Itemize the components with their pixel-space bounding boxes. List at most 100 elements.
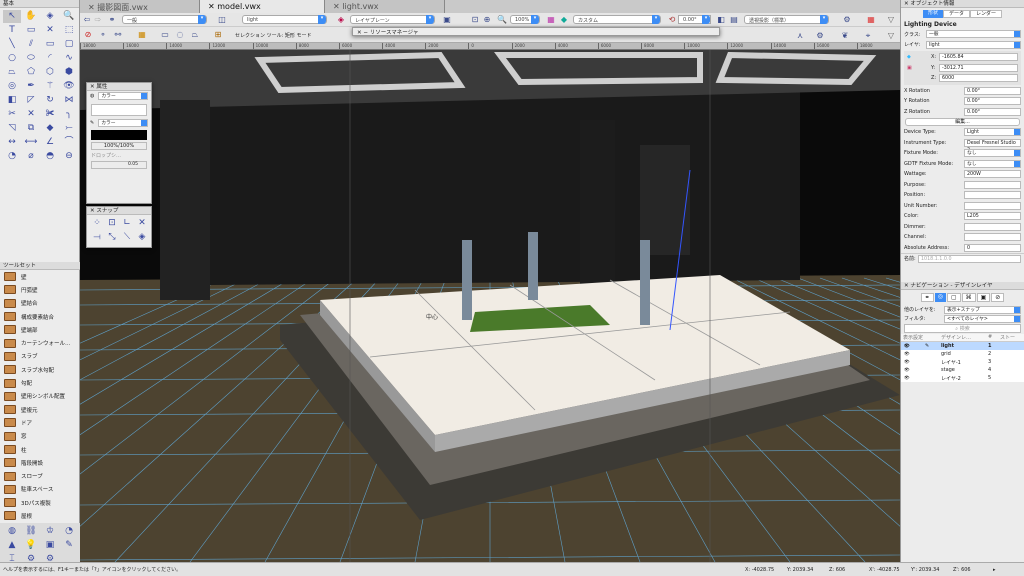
- more-icon[interactable]: ▽: [886, 31, 896, 41]
- pen-swatch[interactable]: [91, 130, 147, 140]
- snap-tangent-icon[interactable]: ⤡: [105, 231, 119, 244]
- toolset-item[interactable]: 屋根: [0, 509, 80, 522]
- mirror-tool-icon[interactable]: ⋈: [60, 94, 78, 107]
- eye-icon[interactable]: 👁: [901, 344, 925, 349]
- property-value[interactable]: なし: [964, 149, 1021, 158]
- flyover-icon[interactable]: ⋏: [795, 31, 805, 41]
- edit-button[interactable]: 編集...: [905, 118, 1020, 126]
- property-value[interactable]: Light: [964, 128, 1021, 137]
- pen-style-select[interactable]: カラー: [98, 118, 148, 127]
- tab-render[interactable]: レンダー: [970, 10, 1003, 18]
- magic-wand-tool-icon[interactable]: ⚚: [41, 80, 59, 93]
- field-value[interactable]: 0.00°: [964, 107, 1021, 116]
- zoom-objects-icon[interactable]: ⊕: [482, 15, 492, 25]
- layer-select[interactable]: light: [242, 15, 327, 24]
- line-tool-icon[interactable]: ╲: [3, 38, 21, 51]
- mode-icon[interactable]: ⚯: [113, 30, 123, 40]
- tab-drawing[interactable]: ✕ 撮影図面.vwx: [80, 0, 200, 13]
- visibility-tool-icon[interactable]: 👁: [60, 80, 78, 93]
- sheets-tab-icon[interactable]: ▢: [946, 293, 961, 302]
- toolset-icon[interactable]: 💡: [22, 539, 40, 552]
- reshape-tool-icon[interactable]: ◸: [22, 94, 40, 107]
- eye-icon[interactable]: 👁: [901, 352, 925, 357]
- mode-icon[interactable]: ⚬: [98, 30, 108, 40]
- toolset-item[interactable]: 壁用シンボル配置: [0, 390, 80, 403]
- other-layers-select[interactable]: 表示+スナップ: [944, 305, 1021, 314]
- arc-tool-icon[interactable]: ◜: [41, 52, 59, 65]
- arrow-tool-icon[interactable]: ↖: [3, 10, 21, 23]
- property-value[interactable]: [964, 191, 1021, 200]
- toolset-item[interactable]: スラブ: [0, 350, 80, 363]
- fit-view-icon[interactable]: ⊡: [470, 15, 480, 25]
- callout-tool-icon[interactable]: ▭: [22, 24, 40, 37]
- toolset-item[interactable]: 柱: [0, 443, 80, 456]
- toolset-item[interactable]: 壁: [0, 270, 80, 283]
- eyedropper-tool-icon[interactable]: ✒: [22, 80, 40, 93]
- snap-edge-icon[interactable]: ⟍: [120, 231, 134, 244]
- snap-distance-icon[interactable]: ⟞: [90, 231, 104, 244]
- toolset-icon[interactable]: ✎: [60, 539, 78, 552]
- polygon-tool-icon[interactable]: ⬠: [22, 66, 40, 79]
- property-value[interactable]: 0: [964, 243, 1021, 252]
- line-weight-select[interactable]: 0.05: [91, 161, 147, 169]
- oval-tool-icon[interactable]: ⬭: [22, 52, 40, 65]
- cut-tool-icon[interactable]: ✀: [41, 108, 59, 121]
- fill-style-select[interactable]: カラー: [98, 92, 148, 101]
- layer-row[interactable]: 👁 レイヤ-2 5: [901, 374, 1024, 382]
- preferences-icon[interactable]: ⊞: [213, 30, 223, 40]
- stake-tool-icon[interactable]: ⬚: [60, 24, 78, 37]
- opacity-button[interactable]: 100%/100%: [91, 142, 147, 150]
- toolset-item[interactable]: スロープ: [0, 469, 80, 482]
- toolset-item[interactable]: カーテンウォール…: [0, 336, 80, 349]
- circle-tool-icon[interactable]: ○: [3, 52, 21, 65]
- connect-tool-icon[interactable]: ⤚: [60, 122, 78, 135]
- name-field[interactable]: 1018.1.1.0.0: [918, 254, 1021, 263]
- screen-plane-icon[interactable]: ▣: [442, 15, 452, 25]
- view-grid-icon[interactable]: ▦: [546, 15, 556, 25]
- chamfer-tool-icon[interactable]: ◹: [3, 122, 21, 135]
- property-value[interactable]: [964, 222, 1021, 231]
- property-value[interactable]: [964, 201, 1021, 210]
- toolset-item[interactable]: 壁複元: [0, 403, 80, 416]
- polyline-tool-icon[interactable]: ⏢: [3, 66, 21, 79]
- toolset-icon[interactable]: ◔: [60, 525, 78, 538]
- resource-manager-bar[interactable]: ✕ − リソースマネージャ: [352, 27, 720, 36]
- eye-icon[interactable]: 👁: [901, 368, 925, 373]
- toolset-item[interactable]: 階段開設: [0, 456, 80, 469]
- toolset-item[interactable]: 勾配: [0, 376, 80, 389]
- toolset-item[interactable]: 窓: [0, 430, 80, 443]
- regular-polygon-tool-icon[interactable]: ⬢: [60, 66, 78, 79]
- property-value[interactable]: なし: [964, 159, 1021, 168]
- layer-row[interactable]: 👁 レイヤ-1 3: [901, 358, 1024, 366]
- camera-icon[interactable]: ⌖: [863, 31, 873, 41]
- insertion-icon[interactable]: ▣: [907, 65, 931, 71]
- attribute-map-tool-icon[interactable]: ◆: [41, 122, 59, 135]
- x-field[interactable]: -1605.84: [939, 53, 1018, 62]
- layer-select[interactable]: light: [926, 40, 1021, 49]
- tab-model[interactable]: ✕ model.vwx: [200, 0, 325, 13]
- snap-object-icon[interactable]: ⊡: [105, 217, 119, 230]
- layer-row[interactable]: 👁 stage 4: [901, 366, 1024, 374]
- column-story[interactable]: ストー: [1000, 334, 1015, 341]
- views-tab-icon[interactable]: ⌘: [961, 293, 976, 302]
- back-icon[interactable]: ⇦: [82, 15, 92, 25]
- tab-data[interactable]: データ: [942, 10, 970, 18]
- refs-tab-icon[interactable]: ▣: [976, 293, 991, 302]
- snap-grid-icon[interactable]: ⁘: [90, 217, 104, 230]
- toolset-item[interactable]: スラブ水勾配: [0, 363, 80, 376]
- light-settings-icon[interactable]: ⚙: [842, 15, 852, 25]
- offset-tool-icon[interactable]: ⧉: [22, 122, 40, 135]
- toolset-icon[interactable]: ♔: [41, 525, 59, 538]
- arc-length-tool-icon[interactable]: ⌒: [60, 136, 78, 149]
- forward-icon[interactable]: ⇨: [93, 15, 103, 25]
- flyover-tool-icon[interactable]: ◈: [41, 10, 59, 23]
- rotation-field[interactable]: 0.00°: [678, 15, 711, 24]
- toolset-item[interactable]: 駐車スペース: [0, 483, 80, 496]
- dimension-tool-icon[interactable]: ↔: [3, 136, 21, 149]
- zoom-select[interactable]: 100%: [510, 15, 540, 24]
- toolset-icon[interactable]: ▣: [41, 539, 59, 552]
- snap-surface-icon[interactable]: ◈: [135, 231, 149, 244]
- fillet-tool-icon[interactable]: ╮: [60, 108, 78, 121]
- search-input[interactable]: ⌕ 検索: [904, 324, 1021, 333]
- constrained-dim-tool-icon[interactable]: ⟷: [22, 136, 40, 149]
